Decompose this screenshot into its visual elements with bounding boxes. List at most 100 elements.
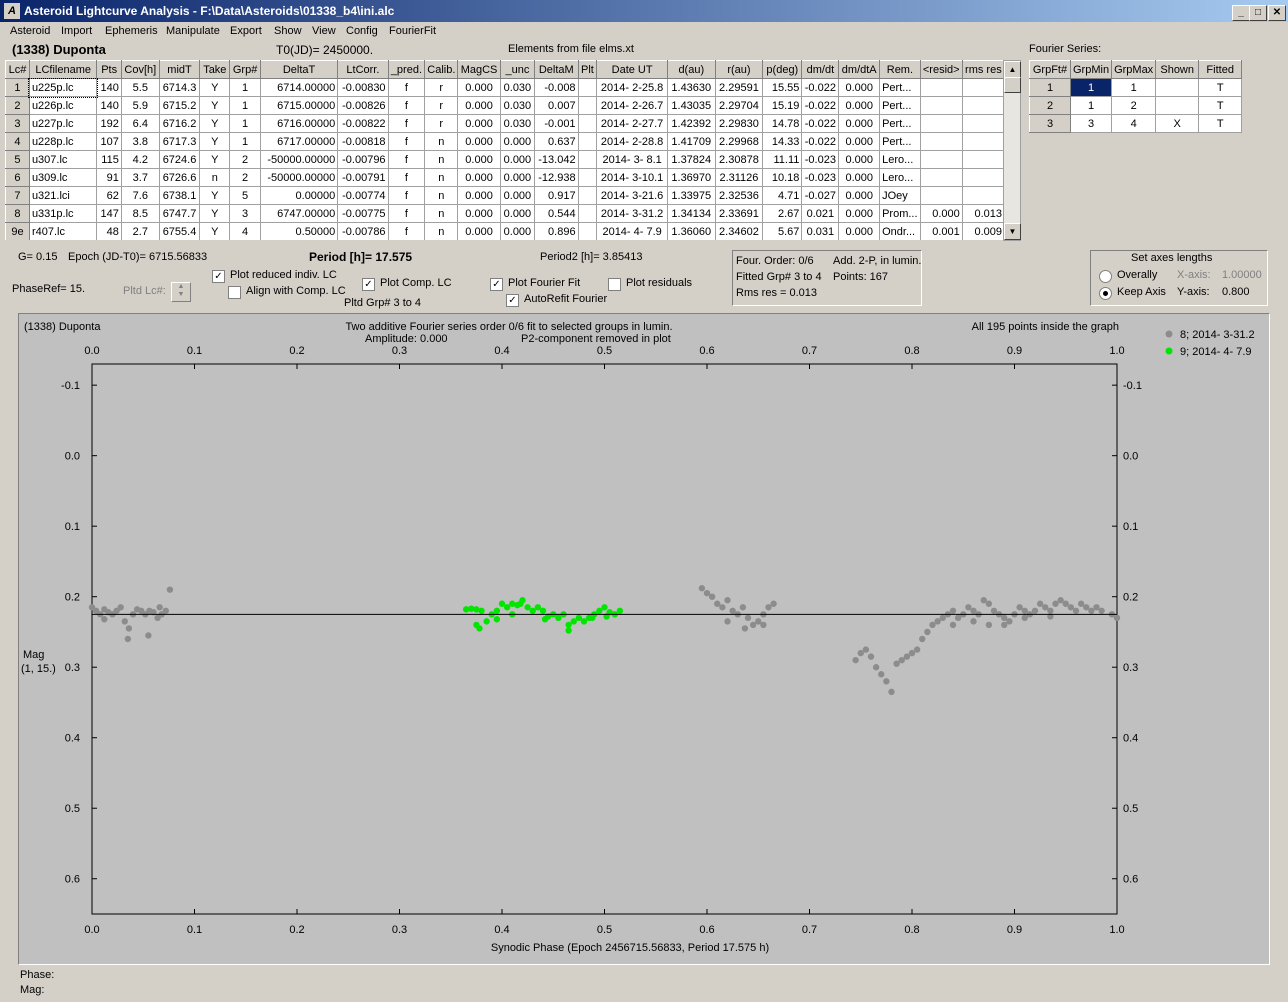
- lc-column-header[interactable]: dm/dtA: [838, 60, 881, 79]
- lc-cell[interactable]: Pert...: [879, 132, 921, 151]
- menu-export[interactable]: Export: [230, 25, 262, 37]
- lc-cell[interactable]: Y: [199, 96, 231, 115]
- lc-table-row[interactable]: 9e r407.lc 48 2.7 6755.4 Y 4 0.50000 -0.00786 f n 0…: [5, 222, 1005, 240]
- lc-cell[interactable]: 6747.00000: [259, 204, 339, 223]
- lc-cell[interactable]: 2014- 2-26.7: [596, 96, 668, 115]
- fourier-cell[interactable]: T: [1198, 114, 1243, 133]
- plot-fourier-checkbox[interactable]: ✓: [490, 278, 503, 291]
- lc-cell[interactable]: 0.896: [533, 222, 579, 240]
- lc-cell[interactable]: 2.7: [120, 222, 160, 240]
- lc-cell[interactable]: 2014- 3-21.6: [596, 186, 668, 205]
- lc-cell[interactable]: JOey: [879, 186, 921, 205]
- lc-cell[interactable]: -13.042: [533, 150, 579, 169]
- lc-cell[interactable]: [961, 132, 1005, 151]
- lc-column-header[interactable]: Lc#: [5, 60, 30, 79]
- lc-cell[interactable]: [961, 96, 1005, 115]
- scroll-thumb[interactable]: [1004, 77, 1021, 93]
- lc-cell[interactable]: 11.11: [762, 150, 803, 169]
- lc-column-header[interactable]: _pred.: [387, 60, 426, 79]
- lc-cell[interactable]: 0.000: [457, 204, 501, 223]
- lc-row-header[interactable]: 7: [5, 186, 30, 205]
- lc-table-row[interactable]: 5 u307.lc 115 4.2 6724.6 Y 2 -50000.00000 -0.007…: [5, 150, 1005, 169]
- lightcurve-plot[interactable]: (1338) Duponta Two additive Fourier seri…: [18, 313, 1270, 965]
- lc-cell[interactable]: n: [424, 150, 459, 169]
- lc-cell[interactable]: 0.000: [838, 114, 881, 133]
- fourier-cell[interactable]: 3: [1069, 114, 1113, 133]
- lc-cell[interactable]: u227p.lc: [28, 114, 98, 133]
- lc-cell[interactable]: 91: [96, 168, 122, 187]
- lc-cell[interactable]: 3.7: [120, 168, 160, 187]
- lc-cell[interactable]: 3: [229, 204, 261, 223]
- lc-cell[interactable]: 6715.00000: [259, 96, 339, 115]
- fourier-row-header[interactable]: 1: [1029, 78, 1071, 97]
- lc-cell[interactable]: f: [387, 204, 426, 223]
- lc-cell[interactable]: 2014- 2-25.8: [596, 78, 668, 97]
- lc-cell[interactable]: [577, 222, 598, 240]
- lc-cell[interactable]: 5.67: [762, 222, 803, 240]
- x-axis-value[interactable]: 1.00000: [1222, 269, 1262, 281]
- lc-row-header[interactable]: 6: [5, 168, 30, 187]
- lc-cell[interactable]: 115: [96, 150, 122, 169]
- lc-cell[interactable]: 2.29704: [714, 96, 764, 115]
- lc-cell[interactable]: u226p.lc: [28, 96, 98, 115]
- fourier-table-row[interactable]: 334XT: [1029, 114, 1243, 133]
- lc-row-header[interactable]: 9e: [5, 222, 30, 240]
- lc-cell[interactable]: -0.00830: [337, 78, 389, 97]
- lc-cell[interactable]: f: [387, 222, 426, 240]
- lc-cell[interactable]: -12.938: [533, 168, 579, 187]
- lc-cell[interactable]: 0.030: [499, 78, 535, 97]
- scroll-up-icon[interactable]: ▲: [1004, 61, 1021, 78]
- lc-cell[interactable]: 2: [229, 150, 261, 169]
- lc-cell[interactable]: Prom...: [879, 204, 921, 223]
- lc-cell[interactable]: -0.001: [533, 114, 579, 133]
- lc-cell[interactable]: 1: [229, 78, 261, 97]
- lc-cell[interactable]: Y: [199, 186, 231, 205]
- fourier-cell[interactable]: X: [1155, 114, 1200, 133]
- lc-cell[interactable]: -0.022: [801, 96, 840, 115]
- lc-column-header[interactable]: dm/dt: [801, 60, 840, 79]
- lc-cell[interactable]: n: [424, 168, 459, 187]
- lc-cell[interactable]: 4.71: [762, 186, 803, 205]
- lc-cell[interactable]: Lero...: [879, 168, 921, 187]
- lc-cell[interactable]: 1.34134: [666, 204, 716, 223]
- lc-cell[interactable]: [577, 150, 598, 169]
- lc-cell[interactable]: 0.544: [533, 204, 579, 223]
- lc-cell[interactable]: Ondr...: [879, 222, 921, 240]
- lc-cell[interactable]: [577, 96, 598, 115]
- menu-manipulate[interactable]: Manipulate: [166, 25, 220, 37]
- menu-view[interactable]: View: [312, 25, 336, 37]
- lc-column-header[interactable]: DeltaM: [533, 60, 579, 79]
- lc-cell[interactable]: 0.007: [533, 96, 579, 115]
- lc-cell[interactable]: n: [424, 186, 459, 205]
- lc-cell[interactable]: 2.30878: [714, 150, 764, 169]
- lc-cell[interactable]: [961, 150, 1005, 169]
- lc-cell[interactable]: 2: [229, 168, 261, 187]
- lc-column-header[interactable]: rms res: [961, 60, 1005, 79]
- lc-cell[interactable]: 6715.2: [158, 96, 201, 115]
- lc-cell[interactable]: 4.2: [120, 150, 160, 169]
- lc-row-header[interactable]: 4: [5, 132, 30, 151]
- lc-row-header[interactable]: 3: [5, 114, 30, 133]
- lc-cell[interactable]: [577, 132, 598, 151]
- lc-row-header[interactable]: 8: [5, 204, 30, 223]
- lc-cell[interactable]: -0.00775: [337, 204, 389, 223]
- lc-cell[interactable]: 1: [229, 132, 261, 151]
- lc-cell[interactable]: 0.030: [499, 114, 535, 133]
- lc-cell[interactable]: 0.000: [457, 186, 501, 205]
- lc-cell[interactable]: -0.023: [801, 150, 840, 169]
- lc-cell[interactable]: 1.42392: [666, 114, 716, 133]
- lc-cell[interactable]: n: [199, 168, 231, 187]
- maximize-button[interactable]: □: [1249, 5, 1267, 21]
- lc-column-header[interactable]: MagCS: [457, 60, 501, 79]
- lc-cell[interactable]: 2.31126: [714, 168, 764, 187]
- lc-cell[interactable]: 2.34602: [714, 222, 764, 240]
- lc-cell[interactable]: 1.36970: [666, 168, 716, 187]
- lc-cell[interactable]: [577, 204, 598, 223]
- lc-cell[interactable]: 5.5: [120, 78, 160, 97]
- lc-cell[interactable]: 1: [229, 96, 261, 115]
- plot-canvas[interactable]: (1338) Duponta Two additive Fourier seri…: [19, 314, 1269, 964]
- fourier-table-row[interactable]: 212 T: [1029, 96, 1243, 115]
- lc-cell[interactable]: [961, 186, 1005, 205]
- lc-cell[interactable]: Y: [199, 222, 231, 240]
- lc-cell[interactable]: [919, 114, 963, 133]
